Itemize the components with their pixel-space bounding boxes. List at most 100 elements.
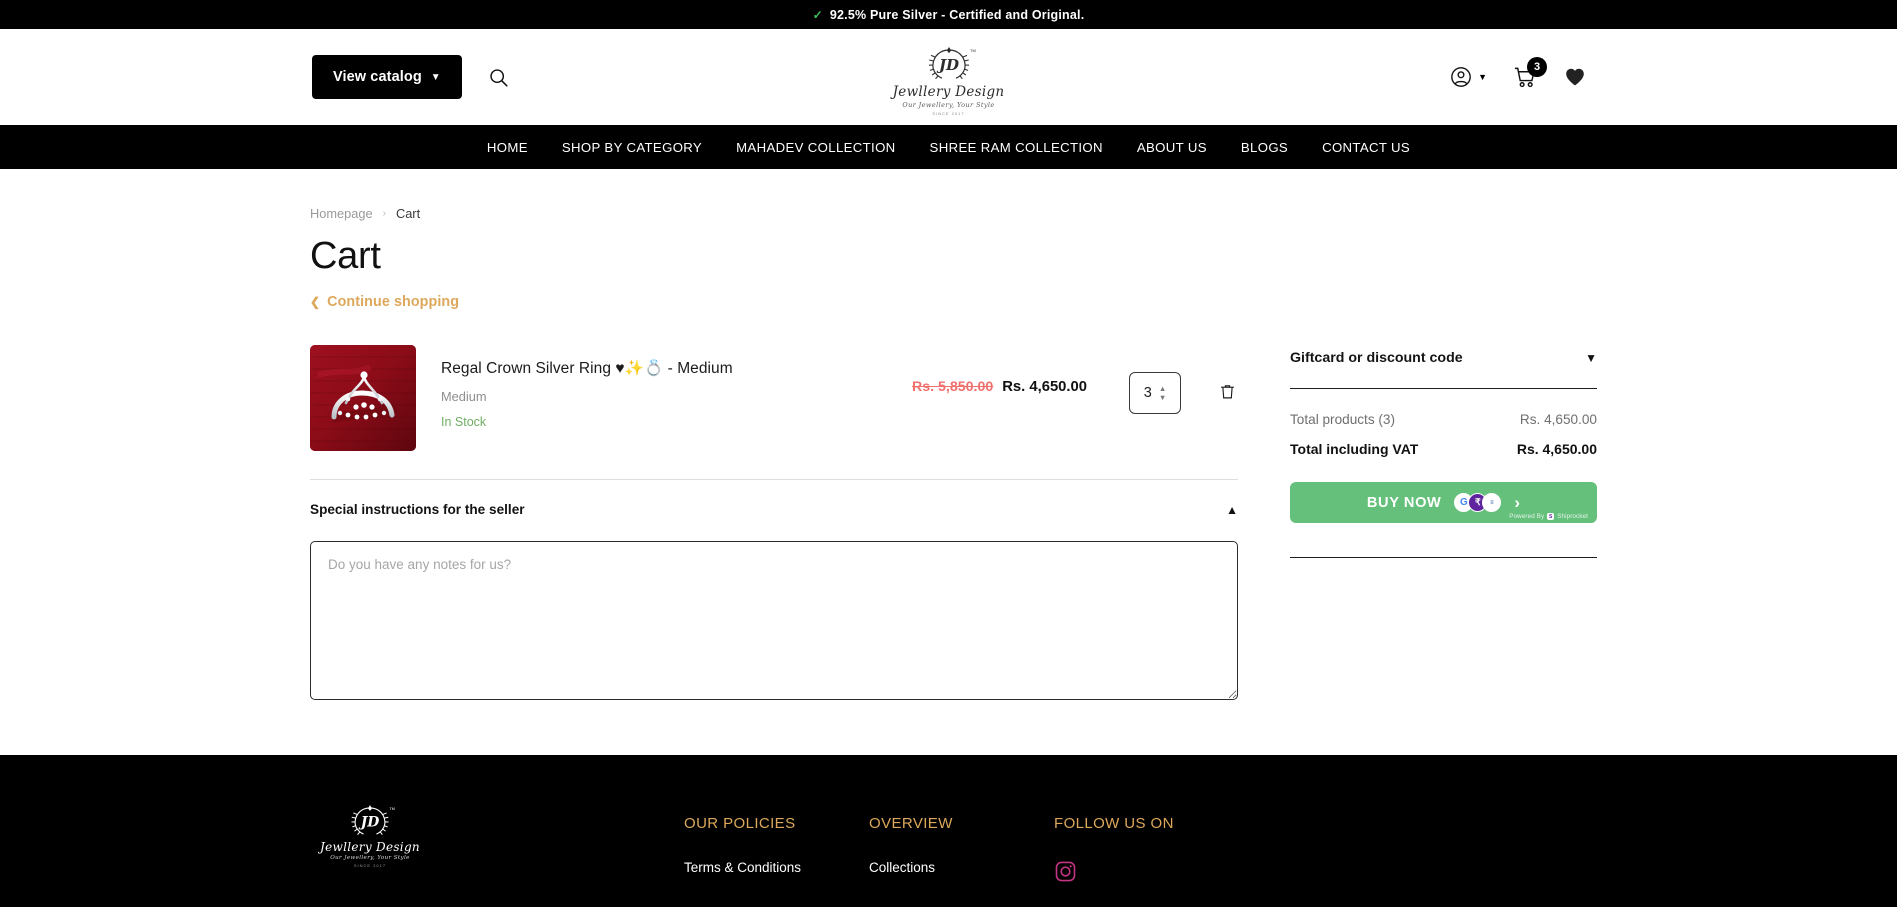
cart-items-column: Regal Crown Silver Ring ♥✨💍 - Medium Med… [310,345,1238,705]
summary-divider [1290,388,1597,389]
product-variant: Medium [441,389,912,404]
logo-sub: SINCE 2017 [932,111,964,116]
netbanking-icon: ≡ [1482,493,1501,512]
cart-layout: Regal Crown Silver Ring ♥✨💍 - Medium Med… [310,345,1587,705]
summary-bottom-divider [1290,557,1597,558]
total-vat-row: Total including VAT Rs. 4,650.00 [1290,441,1597,457]
cart-line-item: Regal Crown Silver Ring ♥✨💍 - Medium Med… [310,345,1238,477]
check-icon: ✓ [813,9,823,21]
logo-emblem-icon: JD TM [922,43,976,83]
giftcard-label: Giftcard or discount code [1290,350,1463,366]
product-price-group: Rs. 5,850.00 Rs. 4,650.00 [912,345,1087,395]
page-title: Cart [310,235,1587,278]
cart-count-badge: 3 [1527,57,1547,77]
header-left-group: View catalog ▼ [312,55,512,99]
cart-icon[interactable]: 3 [1513,66,1537,89]
nav-item-contact-us[interactable]: CONTACT US [1305,140,1427,155]
shiprocket-brand: Shiprocket [1557,513,1588,520]
announcement-text: 92.5% Pure Silver - Certified and Origin… [830,8,1085,22]
instagram-icon[interactable] [1054,860,1077,883]
search-icon[interactable] [486,64,512,90]
nav-item-shree-ram-collection[interactable]: SHREE RAM COLLECTION [913,140,1120,155]
nav-item-about-us[interactable]: ABOUT US [1120,140,1224,155]
view-catalog-label: View catalog [333,69,422,85]
chevron-left-icon: ❮ [310,295,320,309]
buy-now-button[interactable]: BUY NOW G ₹ ≡ › Powered By S Shiprocket [1290,482,1597,523]
total-products-label: Total products (3) [1290,412,1395,427]
page-content: Homepage › Cart Cart ❮ Continue shopping [0,169,1897,705]
logo-name: Jewllery Design [893,84,1005,100]
footer-heading-follow-us: FOLLOW US ON [1054,815,1239,832]
chevron-down-icon: ▼ [431,72,441,83]
shiprocket-mark-icon: S [1547,513,1554,520]
special-instructions-title: Special instructions for the seller [310,502,525,517]
svg-text:JD: JD [935,56,958,74]
giftcard-discount-toggle[interactable]: Giftcard or discount code ▼ [1290,350,1597,388]
product-price-current: Rs. 4,650.00 [1002,379,1087,395]
footer-logo-name: Jewllery Design [320,840,420,854]
payment-icons: G ₹ ≡ [1454,493,1501,512]
nav-item-mahadev-collection[interactable]: MAHADEV COLLECTION [719,140,912,155]
powered-by-label: Powered By [1509,513,1544,520]
order-summary-column: Giftcard or discount code ▼ Total produc… [1290,345,1597,558]
view-catalog-button[interactable]: View catalog ▼ [312,55,462,99]
footer-columns: OUR POLICIES Terms & Conditions OVERVIEW… [684,815,1239,888]
footer-logo-tagline: Our Jewellery, Your Style [330,855,410,861]
site-footer: JD TM Jewllery Design Our Jewellery, You… [0,755,1897,907]
nav-item-blogs[interactable]: BLOGS [1224,140,1305,155]
chevron-right-icon: › [1514,493,1520,513]
svg-text:TM: TM [970,48,976,53]
product-thumbnail[interactable] [310,345,416,451]
chevron-up-icon[interactable]: ▲ [1226,503,1238,517]
continue-shopping-link[interactable]: ❮ Continue shopping [310,294,459,310]
footer-column-social: FOLLOW US ON [1054,815,1239,888]
header-right-group: ▼ 3 [1450,66,1587,89]
footer-logo-emblem-icon: JD TM [345,801,395,839]
footer-heading-overview: OVERVIEW [869,815,1054,832]
continue-shopping-label: Continue shopping [327,294,459,310]
trash-icon[interactable] [1217,380,1238,406]
quantity-increment-icon[interactable]: ▲ [1159,385,1166,393]
site-header: View catalog ▼ JD TM Jewllery Design Ou [0,29,1897,125]
product-info: Regal Crown Silver Ring ♥✨💍 - Medium Med… [441,345,912,429]
product-title[interactable]: Regal Crown Silver Ring ♥✨💍 - Medium [441,359,912,378]
footer-link-terms-conditions[interactable]: Terms & Conditions [684,860,869,875]
special-instructions-header[interactable]: Special instructions for the seller ▲ [310,502,1238,517]
footer-logo-sub: SINCE 2017 [354,863,386,868]
footer-column-overview: OVERVIEW Collections [869,815,1054,888]
nav-item-home[interactable]: HOME [470,140,545,155]
announcement-bar: ✓ 92.5% Pure Silver - Certified and Orig… [0,0,1897,29]
main-navigation: HOME SHOP BY CATEGORY MAHADEV COLLECTION… [0,125,1897,169]
powered-by-shiprocket: Powered By S Shiprocket [1509,513,1588,520]
total-vat-value: Rs. 4,650.00 [1517,441,1597,457]
total-vat-label: Total including VAT [1290,441,1418,457]
site-logo[interactable]: JD TM Jewllery Design Our Jewellery, You… [859,43,1039,116]
chevron-down-icon: ▼ [1478,72,1487,82]
logo-tagline: Our Jewellery, Your Style [902,101,994,109]
stock-status: In Stock [441,415,912,429]
chevron-down-icon[interactable]: ▼ [1585,351,1597,365]
breadcrumb-current: Cart [396,206,420,221]
account-icon[interactable]: ▼ [1450,66,1487,88]
special-instructions-section: Special instructions for the seller ▲ [310,479,1238,705]
special-instructions-input[interactable] [310,541,1238,700]
breadcrumb: Homepage › Cart [310,169,1587,221]
svg-text:JD: JD [358,814,380,830]
total-products-row: Total products (3) Rs. 4,650.00 [1290,412,1597,427]
footer-link-collections[interactable]: Collections [869,860,1054,875]
nav-item-shop-by-category[interactable]: SHOP BY CATEGORY [545,140,719,155]
heart-icon[interactable] [1563,66,1587,88]
quantity-stepper[interactable]: 3 ▲ ▼ [1129,372,1181,414]
buy-now-label: BUY NOW [1367,495,1441,511]
breadcrumb-separator-icon: › [383,208,386,219]
quantity-arrows[interactable]: ▲ ▼ [1159,385,1166,402]
footer-logo[interactable]: JD TM Jewllery Design Our Jewellery, You… [310,801,430,868]
quantity-decrement-icon[interactable]: ▼ [1159,394,1166,402]
total-products-value: Rs. 4,650.00 [1520,412,1597,427]
product-price-original: Rs. 5,850.00 [912,379,993,395]
footer-column-policies: OUR POLICIES Terms & Conditions [684,815,869,888]
quantity-value[interactable]: 3 [1144,385,1152,401]
footer-heading-policies: OUR POLICIES [684,815,869,832]
svg-text:TM: TM [389,807,394,811]
breadcrumb-home[interactable]: Homepage [310,206,373,221]
